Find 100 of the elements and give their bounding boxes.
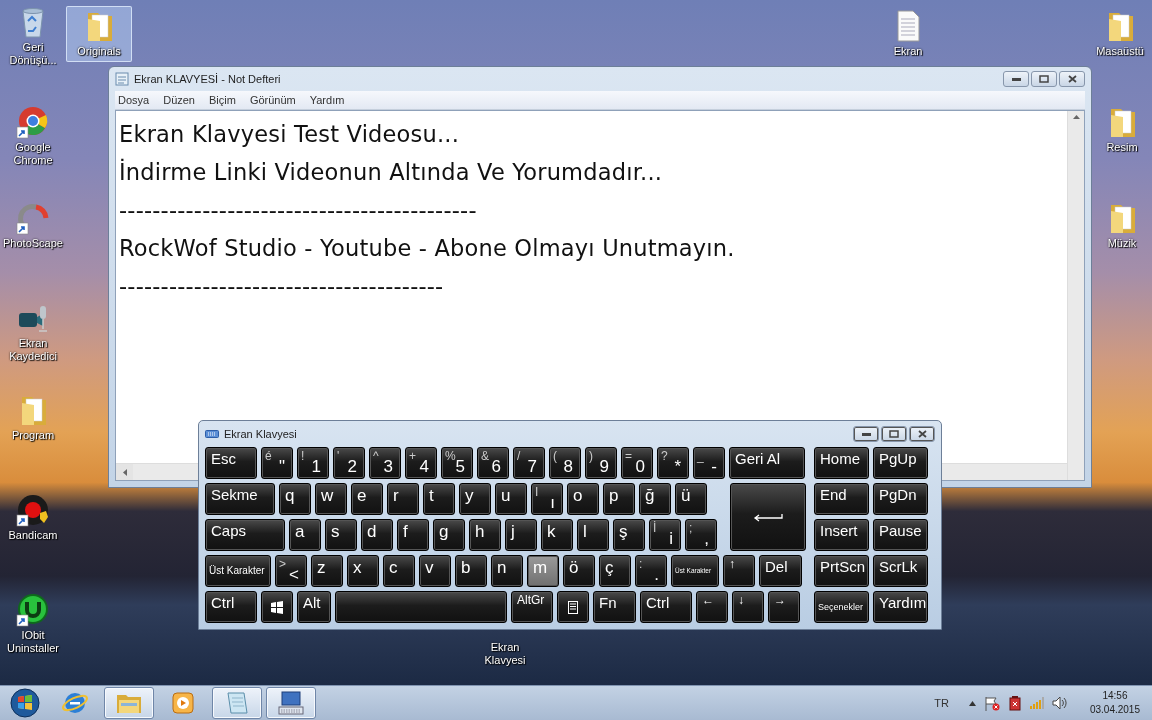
keyboard-key[interactable]: & 6	[477, 447, 509, 479]
keyboard-key[interactable]: p	[603, 483, 635, 515]
keyboard-key[interactable]: h	[469, 519, 501, 551]
desktop-icon[interactable]: Ekran Klavyesi	[472, 636, 538, 671]
keyboard-key[interactable]: ) 9	[585, 447, 617, 479]
keyboard-key[interactable]: + 4	[405, 447, 437, 479]
desktop-icon[interactable]: Ekran	[875, 6, 941, 62]
keyboard-key[interactable]: / 7	[513, 447, 545, 479]
vertical-scrollbar[interactable]	[1067, 111, 1084, 463]
clock[interactable]: 14:56 03.04.2015	[1089, 689, 1140, 717]
keyboard-key[interactable]: Yardım	[873, 591, 928, 623]
keyboard-key[interactable]: d	[361, 519, 393, 551]
keyboard-key[interactable]: ( 8	[549, 447, 581, 479]
menu-item[interactable]: Düzen	[163, 94, 195, 106]
keyboard-key[interactable]: v	[419, 555, 451, 587]
enter-key[interactable]	[730, 483, 806, 551]
keyboard-key[interactable]: ! 1	[297, 447, 329, 479]
keyboard-key[interactable]: Fn	[593, 591, 636, 623]
menu-key[interactable]	[557, 591, 589, 623]
keyboard-key[interactable]: ö	[563, 555, 595, 587]
keyboard-key[interactable]: AltGr	[511, 591, 553, 623]
keyboard-key[interactable]: s	[325, 519, 357, 551]
keyboard-key[interactable]: l	[577, 519, 609, 551]
flag-error-icon[interactable]	[983, 695, 1000, 711]
windows-key[interactable]	[261, 591, 293, 623]
keyboard-key[interactable]: ; ,	[685, 519, 717, 551]
keyboard-key[interactable]: n	[491, 555, 523, 587]
maximize-button[interactable]	[881, 426, 907, 442]
keyboard-key[interactable]: k	[541, 519, 573, 551]
keyboard-key[interactable]: Caps	[205, 519, 285, 551]
keyboard-key[interactable]: İ i	[649, 519, 681, 551]
desktop-icon[interactable]: Masaüstü	[1092, 6, 1148, 62]
taskbar-button[interactable]	[212, 687, 262, 719]
space-key[interactable]	[335, 591, 507, 623]
taskbar-button[interactable]	[266, 687, 316, 719]
keyboard-key[interactable]: ş	[613, 519, 645, 551]
keyboard-key[interactable]: End	[814, 483, 869, 515]
keyboard-key[interactable]: g	[433, 519, 465, 551]
keyboard-key[interactable]: ←	[696, 591, 728, 623]
show-hidden-icons-icon[interactable]	[968, 700, 976, 706]
keyboard-key[interactable]: é "	[261, 447, 293, 479]
keyboard-key[interactable]: PrtScn	[814, 555, 869, 587]
close-button[interactable]	[909, 426, 935, 442]
desktop-icon[interactable]: Geri Dönüşü...	[0, 2, 66, 71]
scroll-left-button[interactable]	[116, 464, 133, 480]
keyboard-key[interactable]: ç	[599, 555, 631, 587]
keyboard-key[interactable]: ↓	[732, 591, 764, 623]
keyboard-key[interactable]: r	[387, 483, 419, 515]
menu-item[interactable]: Biçim	[209, 94, 236, 106]
keyboard-key[interactable]: Seçenekler	[814, 591, 869, 623]
keyboard-key[interactable]: Geri Al	[729, 447, 805, 479]
keyboard-key[interactable]: ↑	[723, 555, 755, 587]
keyboard-key[interactable]: Sekme	[205, 483, 275, 515]
keyboard-key[interactable]: x	[347, 555, 379, 587]
keyboard-key[interactable]: Insert	[814, 519, 869, 551]
menu-item[interactable]: Görünüm	[249, 94, 296, 106]
keyboard-key[interactable]: ScrLk	[873, 555, 928, 587]
keyboard-key[interactable]: Pause	[873, 519, 928, 551]
keyboard-key[interactable]: t	[423, 483, 455, 515]
keyboard-key[interactable]: w	[315, 483, 347, 515]
keyboard-key[interactable]: Ctrl	[205, 591, 257, 623]
keyboard-key[interactable]: % 5	[441, 447, 473, 479]
desktop-icon[interactable]: Bandicam	[0, 490, 66, 546]
keyboard-key[interactable]: ğ	[639, 483, 671, 515]
keyboard-key[interactable]: f	[397, 519, 429, 551]
keyboard-key[interactable]: c	[383, 555, 415, 587]
keyboard-key[interactable]: u	[495, 483, 527, 515]
close-button[interactable]	[1059, 71, 1085, 87]
keyboard-key[interactable]: o	[567, 483, 599, 515]
keyboard-key[interactable]: = 0	[621, 447, 653, 479]
keyboard-key[interactable]: : .	[635, 555, 667, 587]
keyboard-key[interactable]: I ı	[531, 483, 563, 515]
keyboard-key[interactable]: Üst Karakter	[205, 555, 271, 587]
taskbar-button[interactable]	[104, 687, 154, 719]
keyboard-key[interactable]: Home	[814, 447, 869, 479]
keyboard-key[interactable]: z	[311, 555, 343, 587]
keyboard-key[interactable]: →	[768, 591, 800, 623]
keyboard-key[interactable]: Esc	[205, 447, 257, 479]
keyboard-key[interactable]: ? *	[657, 447, 689, 479]
keyboard-key[interactable]: a	[289, 519, 321, 551]
keyboard-key[interactable]: ü	[675, 483, 707, 515]
keyboard-key[interactable]: _ -	[693, 447, 725, 479]
keyboard-key[interactable]: Ctrl	[640, 591, 692, 623]
minimize-button[interactable]	[853, 426, 879, 442]
keyboard-key[interactable]: ^ 3	[369, 447, 401, 479]
keyboard-key[interactable]: e	[351, 483, 383, 515]
keyboard-key[interactable]: ' 2	[333, 447, 365, 479]
keyboard-key[interactable]: b	[455, 555, 487, 587]
keyboard-key[interactable]: PgUp	[873, 447, 928, 479]
keyboard-key[interactable]: Alt	[297, 591, 331, 623]
minimize-button[interactable]	[1003, 71, 1029, 87]
maximize-button[interactable]	[1031, 71, 1057, 87]
keyboard-key[interactable]: j	[505, 519, 537, 551]
keyboard-key[interactable]: y	[459, 483, 491, 515]
keyboard-key[interactable]: Del	[759, 555, 802, 587]
keyboard-key[interactable]: q	[279, 483, 311, 515]
language-indicator[interactable]: TR	[934, 697, 949, 709]
desktop-icon[interactable]: IObit Uninstaller	[0, 590, 66, 659]
speaker-icon[interactable]	[1051, 696, 1068, 710]
keyboard-key[interactable]: > <	[275, 555, 307, 587]
